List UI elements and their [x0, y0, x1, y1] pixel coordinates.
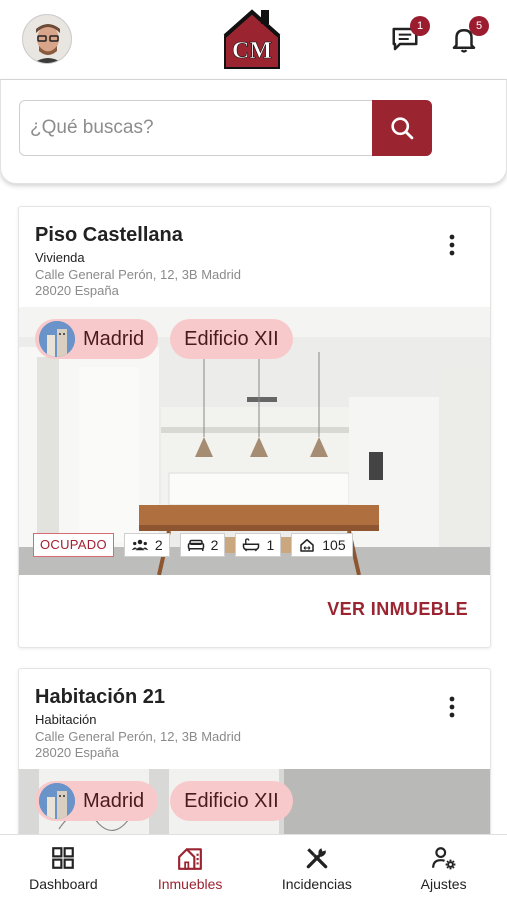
property-stats: OCUPADO 2 2 1 105 — [33, 533, 353, 557]
nav-inmuebles-label: Inmuebles — [157, 876, 223, 892]
user-settings-icon — [431, 847, 455, 870]
more-options-button[interactable] — [440, 233, 464, 257]
property-type: Vivienda — [35, 250, 85, 265]
messages-button[interactable]: 1 — [390, 16, 430, 54]
property-photo[interactable]: Madrid Edificio XII OCUPADO 2 2 1 105 — [19, 307, 490, 575]
nav-incidencias-label: Incidencias — [281, 876, 352, 892]
bottom-navigation: Dashboard Inmuebles Incidencias Ajustes — [0, 834, 507, 900]
status-badge: OCUPADO — [33, 533, 114, 557]
people-stat: 2 — [123, 533, 170, 557]
address-postcode: 28020 España — [35, 283, 119, 298]
nav-incidencias[interactable]: Incidencias — [254, 835, 381, 900]
city-chip[interactable]: Madrid — [35, 781, 159, 821]
area-icon — [300, 539, 315, 552]
search-button[interactable] — [372, 100, 432, 156]
bathtub-icon — [243, 538, 260, 552]
address-line: Calle General Perón, 12, 3B Madrid — [35, 729, 241, 744]
address-line: Calle General Perón, 12, 3B Madrid — [35, 267, 241, 282]
location-chips: Madrid Edificio XII — [35, 319, 293, 359]
property-title: Piso Castellana — [35, 224, 183, 246]
property-address: Calle General Perón, 12, 3B Madrid 28020… — [35, 729, 241, 761]
more-vert-icon — [449, 234, 455, 256]
address-postcode: 28020 España — [35, 745, 119, 760]
search-input[interactable] — [20, 101, 372, 155]
area-value: 105 — [322, 537, 346, 553]
avatar-image — [23, 15, 71, 63]
city-chip-label: Madrid — [83, 327, 145, 350]
nav-ajustes[interactable]: Ajustes — [380, 835, 507, 900]
building-chip[interactable]: Edificio XII — [170, 319, 293, 359]
tools-icon — [306, 848, 328, 869]
app-header: CM 1 5 — [0, 0, 507, 80]
city-chip[interactable]: Madrid — [35, 319, 159, 359]
city-chip-label: Madrid — [83, 789, 145, 812]
dashboard-icon — [52, 847, 75, 869]
nav-dashboard-label: Dashboard — [29, 876, 98, 892]
city-avatar — [39, 783, 75, 819]
bed-icon — [187, 539, 204, 551]
city-avatar — [39, 321, 75, 357]
search-icon — [391, 117, 414, 140]
area-stat: 105 — [291, 533, 353, 557]
app-logo: CM — [221, 6, 283, 72]
baths-count: 1 — [266, 537, 275, 553]
building-chip-label: Edificio XII — [184, 327, 279, 350]
logo-text: CM — [232, 38, 272, 64]
user-avatar[interactable] — [22, 14, 72, 64]
notifications-badge: 5 — [469, 16, 489, 36]
nav-dashboard[interactable]: Dashboard — [0, 835, 127, 900]
property-card[interactable]: Piso Castellana Vivienda Calle General P… — [18, 206, 491, 648]
property-type: Habitación — [35, 712, 97, 727]
building-chip[interactable]: Edificio XII — [170, 781, 293, 821]
building-chip-label: Edificio XII — [184, 789, 279, 812]
people-count: 2 — [154, 537, 163, 553]
nav-inmuebles[interactable]: Inmuebles — [127, 835, 254, 900]
search-box — [19, 100, 432, 156]
view-property-button[interactable]: VER INMUEBLE — [327, 599, 468, 620]
more-vert-icon — [449, 696, 455, 718]
building-icon — [178, 848, 203, 870]
location-chips: Madrid Edificio XII — [35, 781, 293, 821]
property-address: Calle General Perón, 12, 3B Madrid 28020… — [35, 267, 241, 299]
beds-stat: 2 — [179, 533, 226, 557]
notifications-button[interactable]: 5 — [449, 16, 489, 54]
nav-ajustes-label: Ajustes — [420, 876, 467, 892]
baths-stat: 1 — [235, 533, 282, 557]
messages-badge: 1 — [410, 16, 430, 36]
people-icon — [131, 539, 149, 551]
search-panel — [0, 80, 507, 184]
beds-count: 2 — [210, 537, 219, 553]
property-title: Habitación 21 — [35, 686, 166, 708]
more-options-button[interactable] — [440, 695, 464, 719]
